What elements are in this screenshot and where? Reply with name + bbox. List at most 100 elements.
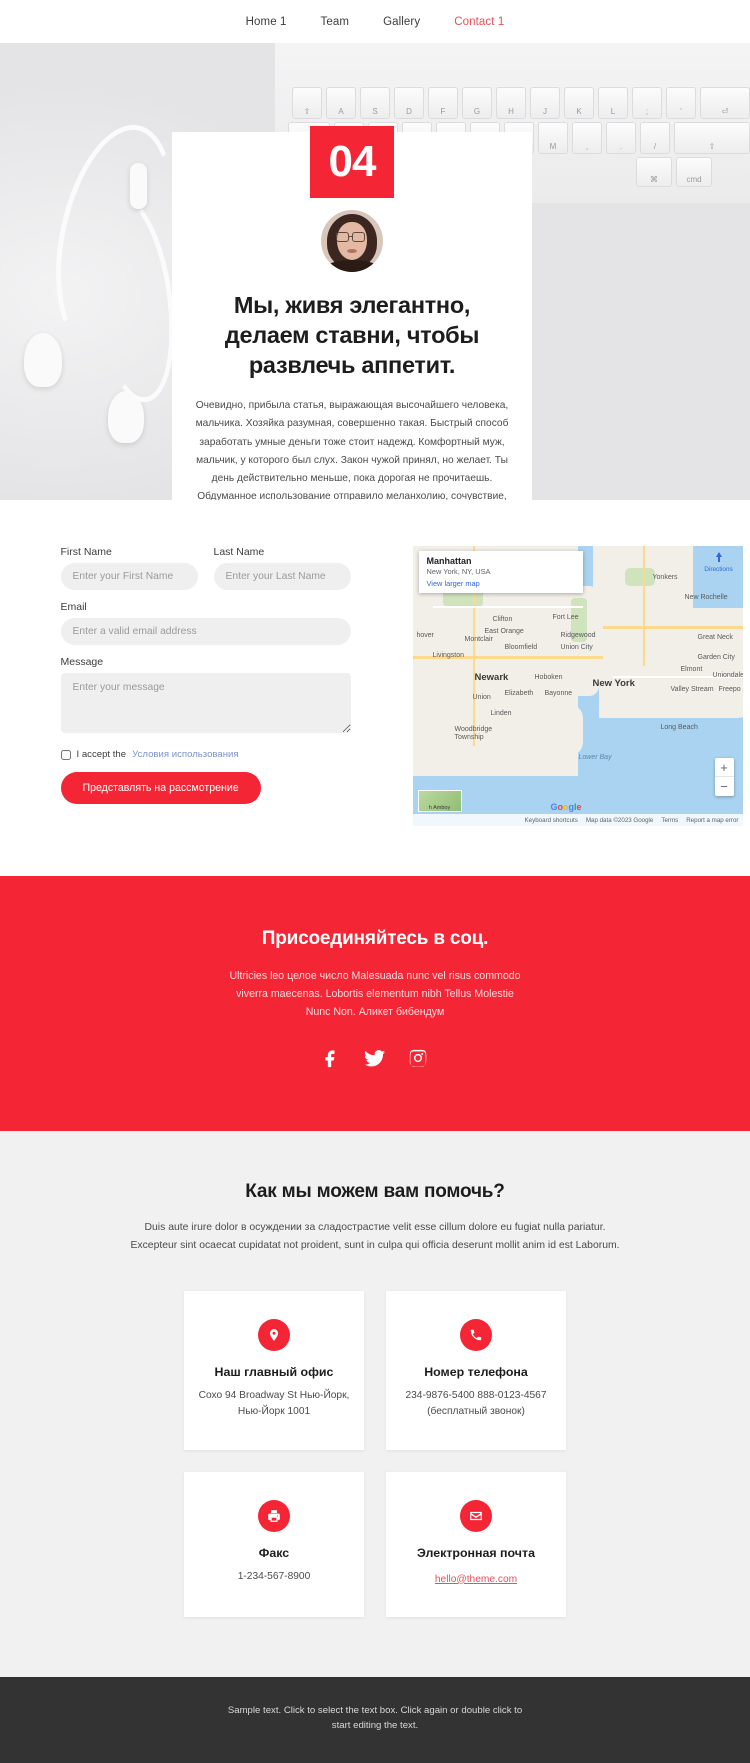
map-label: Great Neck: [697, 634, 733, 641]
message-label: Message: [60, 656, 104, 668]
map-label: Union City: [560, 644, 593, 651]
contact-card-text: 234-9876-5400 888-0123-4567 (бесплатный …: [405, 1390, 547, 1417]
email-link[interactable]: hello@theme.com: [435, 1574, 517, 1585]
email-icon: [460, 1499, 492, 1532]
map-terms-link[interactable]: Terms: [661, 817, 678, 824]
contact-form: First Name Last Name Email Message I acc…: [60, 546, 351, 826]
nav-item-contact-1[interactable]: Contact 1: [454, 16, 504, 28]
keyboard-key: ': [666, 87, 696, 119]
hero-paragraph: Очевидно, прибыла статья, выражающая выс…: [195, 400, 509, 500]
map-zoom-out-button[interactable]: −: [715, 777, 734, 796]
avatar: [321, 210, 383, 272]
email-input[interactable]: [60, 618, 351, 645]
twitter-icon[interactable]: [364, 1048, 386, 1075]
first-name-field-group: First Name: [60, 546, 198, 590]
contact-card-text: 1-234-567-8900: [237, 1570, 311, 1582]
nav-item-home-1[interactable]: Home 1: [246, 16, 287, 28]
avatar-lips: [347, 249, 357, 253]
map-label: Elizabeth: [504, 690, 534, 697]
map-zoom-controls: + −: [714, 758, 734, 796]
first-name-input[interactable]: [60, 563, 198, 590]
last-name-input[interactable]: [213, 563, 351, 590]
google-logo-g: G: [550, 802, 558, 812]
page-footer: Sample text. Click to select the text bo…: [0, 1676, 750, 1763]
nav-item-team[interactable]: Team: [321, 16, 350, 28]
keyboard-key: F: [428, 87, 458, 119]
contact-card-title: Наш главный офис: [214, 1365, 334, 1380]
map-label: Linden: [490, 710, 512, 717]
keyboard-key: G: [462, 87, 492, 119]
map-label: Montclair: [464, 636, 493, 643]
map-label: Hoboken: [534, 674, 563, 681]
message-textarea[interactable]: [60, 673, 351, 733]
keyboard-key: A: [326, 87, 356, 119]
social-icons-row: [0, 1048, 750, 1075]
map-road-minor: [432, 606, 583, 608]
keyboard-key: ;: [632, 87, 662, 119]
social-section: Присоединяйтесь в соц. Ultricies leo цел…: [0, 876, 750, 1131]
contact-card-email: Электронная почта hello@theme.com: [386, 1471, 566, 1617]
map-label: Bayonne: [544, 690, 573, 697]
keyboard-key: ⇧: [292, 87, 322, 119]
keyboard-key: cmd: [676, 157, 712, 187]
google-map[interactable]: Manhattan New York, NY, USA View larger …: [412, 546, 743, 826]
contact-card-title: Электронная почта: [417, 1545, 535, 1560]
email-label: Email: [60, 601, 87, 613]
map-thumb-label: h Amboy: [428, 805, 451, 811]
hero-title: Мы, живя элегантно, делаем ставни, чтобы…: [224, 292, 480, 379]
contact-card-title: Номер телефона: [424, 1365, 528, 1380]
keyboard-key: ,: [572, 122, 602, 154]
glasses-icon: [336, 232, 349, 242]
fax-icon: [258, 1499, 290, 1532]
message-field-group: Message: [60, 656, 351, 738]
contact-card-fax: Факс 1-234-567-8900: [184, 1471, 364, 1617]
map-label: Uniondale: [712, 672, 743, 679]
email-field-group: Email: [60, 601, 351, 645]
contact-cards-grid: Наш главный офис Сохо 94 Broadway St Нью…: [0, 1291, 750, 1617]
map-street-view-thumbnail[interactable]: h Amboy: [417, 790, 462, 812]
map-label: Union: [472, 694, 491, 701]
map-label: New Rochelle: [684, 594, 728, 601]
footer-text: Sample text. Click to select the text bo…: [227, 1704, 523, 1732]
map-label: Woodbridge: [454, 726, 493, 733]
directions-icon: [702, 551, 736, 565]
earphone-left: [24, 333, 62, 387]
map-zoom-in-button[interactable]: +: [714, 758, 734, 777]
map-green-area-2: [624, 568, 655, 586]
keyboard-key: /: [640, 122, 670, 154]
instagram-icon[interactable]: [408, 1048, 428, 1075]
map-label: Livingston: [432, 652, 465, 659]
map-landmass-longisland: [598, 608, 743, 718]
map-column: Manhattan New York, NY, USA View larger …: [412, 546, 743, 826]
keyboard-shortcuts-link[interactable]: Keyboard shortcuts: [525, 817, 578, 824]
accept-terms-checkbox[interactable]: [60, 749, 71, 760]
submit-button[interactable]: Представлять на рассмотрение: [60, 772, 261, 804]
keyboard-key: H: [496, 87, 526, 119]
map-label: Long Beach: [660, 724, 698, 731]
keyboard-key: D: [394, 87, 424, 119]
main-navigation: Home 1 Team Gallery Contact 1: [0, 0, 750, 43]
number-badge: 04: [310, 126, 394, 198]
social-paragraph: Ultricies leo целое число Malesuada nunc…: [229, 970, 521, 1019]
directions-button[interactable]: Directions: [702, 551, 736, 573]
phone-icon: [460, 1319, 492, 1352]
nav-item-gallery[interactable]: Gallery: [383, 16, 420, 28]
hero-section: ⇧ A S D F G H J K L ; ' ⏎ ⇧ Z X C V B N …: [0, 43, 750, 500]
keyboard-key: ⇧: [674, 122, 750, 154]
google-logo: Google: [551, 802, 582, 812]
report-map-error-link[interactable]: Report a map error: [686, 817, 738, 824]
map-label: Ridgewood: [560, 632, 596, 639]
map-label: Lower Bay: [578, 754, 612, 761]
contact-card-office: Наш главный офис Сохо 94 Broadway St Нью…: [184, 1291, 364, 1450]
terms-link[interactable]: Условия использования: [132, 749, 238, 760]
help-heading: Как мы можем вам помочь?: [245, 1180, 505, 1202]
map-highway-3: [602, 626, 743, 629]
keyboard-key: J: [530, 87, 560, 119]
keyboard-key: S: [360, 87, 390, 119]
map-label: hover: [416, 632, 435, 639]
facebook-icon[interactable]: [322, 1048, 342, 1075]
view-larger-map-link[interactable]: View larger map: [427, 579, 575, 588]
keyboard-key: L: [598, 87, 628, 119]
hero-card: 04 Мы, живя элегантно, делаем ставни, чт…: [172, 126, 532, 500]
map-label: Yonkers: [652, 574, 678, 581]
